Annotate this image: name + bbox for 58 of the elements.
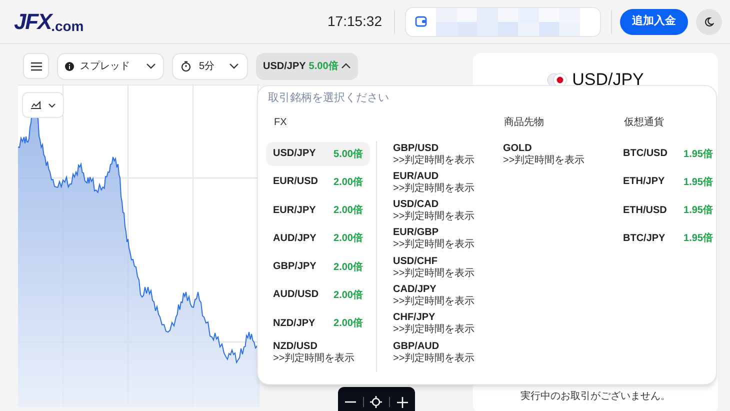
symbol-select[interactable]: USD/JPY 5.00倍 — [256, 52, 358, 80]
wallet-icon[interactable] — [415, 16, 427, 27]
symbol-option[interactable]: USD/JPY 5.00倍 — [266, 142, 370, 166]
symbol-option[interactable]: BTC/JPY 1.95倍 — [616, 226, 720, 251]
area-chart-icon — [30, 101, 40, 109]
chart-type-select[interactable] — [22, 92, 64, 118]
symbol-option[interactable]: USD/CHF >>判定時間を表示 — [386, 255, 480, 280]
zoom-in-icon[interactable] — [396, 396, 408, 408]
symbol-option[interactable]: CAD/JPY >>判定時間を表示 — [386, 283, 480, 308]
clock-time: 17:15:32 — [328, 12, 382, 31]
spread-select[interactable]: スプレッド — [57, 52, 164, 80]
schedule-link[interactable]: >>判定時間を表示 — [393, 268, 473, 279]
theme-toggle-button[interactable] — [696, 8, 722, 34]
symbol-option[interactable]: EUR/USD 2.00倍 — [266, 170, 370, 194]
schedule-link[interactable]: >>判定時間を表示 — [393, 324, 473, 336]
recenter-icon[interactable] — [370, 396, 382, 408]
symbol-option[interactable]: EUR/GBP >>判定時間を表示 — [386, 226, 480, 251]
chevron-down-icon — [146, 63, 156, 69]
symbol-option[interactable]: NZD/USD >>判定時間を表示 — [266, 340, 370, 364]
schedule-link[interactable]: >>判定時間を表示 — [273, 352, 363, 364]
empty-message: 実行中のお取引がございません。 — [520, 390, 670, 404]
symbol-option[interactable]: GBP/USD >>判定時間を表示 — [386, 142, 480, 166]
schedule-link[interactable]: >>判定時間を表示 — [393, 296, 473, 307]
schedule-link[interactable]: >>判定時間を表示 — [503, 154, 593, 166]
symbol-option[interactable]: AUD/JPY 2.00倍 — [266, 226, 370, 251]
info-icon — [65, 62, 74, 70]
moon-icon — [704, 16, 714, 26]
symbol-option[interactable]: NZD/JPY 2.00倍 — [266, 312, 370, 336]
symbol-option[interactable]: BTC/USD 1.95倍 — [616, 142, 720, 166]
deposit-button[interactable]: 追加入金 — [620, 8, 688, 34]
stopwatch-icon — [181, 60, 191, 72]
picker-title: 取引銘柄を選択ください — [268, 91, 389, 106]
symbol-option[interactable]: EUR/AUD >>判定時間を表示 — [386, 170, 480, 194]
symbol-option[interactable]: USD/CAD >>判定時間を表示 — [386, 198, 480, 223]
symbol-option[interactable]: CHF/JPY >>判定時間を表示 — [386, 312, 480, 336]
menu-icon — [30, 62, 42, 70]
chevron-down-icon — [48, 102, 56, 108]
symbol-option[interactable]: AUD/USD 2.00倍 — [266, 283, 370, 308]
symbol-option[interactable]: ETH/JPY 1.95倍 — [616, 170, 720, 194]
symbol-option[interactable]: ETH/USD 1.95倍 — [616, 198, 720, 223]
schedule-link[interactable]: >>判定時間を表示 — [393, 154, 473, 166]
category-heading: 商品先物 — [504, 116, 545, 130]
schedule-link[interactable]: >>判定時間を表示 — [393, 352, 473, 364]
chevron-icon — [341, 63, 352, 69]
symbol-option[interactable]: EUR/JPY 2.00倍 — [266, 198, 370, 223]
schedule-link[interactable]: >>判定時間を表示 — [393, 239, 473, 250]
timeframe-select[interactable]: 5分 — [172, 52, 248, 80]
panel-title: USD/JPY — [572, 69, 644, 91]
chevron-down-icon — [229, 63, 239, 69]
schedule-link[interactable]: >>判定時間を表示 — [393, 182, 473, 194]
menu-button[interactable] — [23, 53, 49, 79]
symbol-option[interactable]: GBP/JPY 2.00倍 — [266, 255, 370, 280]
symbol-option[interactable]: GBP/AUD >>判定時間を表示 — [386, 340, 480, 364]
symbol-option[interactable]: GOLD >>判定時間を表示 — [496, 142, 600, 166]
category-heading: 仮想通貨 — [624, 116, 665, 130]
logo[interactable]: JFX.com — [14, 10, 84, 32]
category-heading: FX — [274, 116, 288, 130]
schedule-link[interactable]: >>判定時間を表示 — [393, 211, 473, 222]
